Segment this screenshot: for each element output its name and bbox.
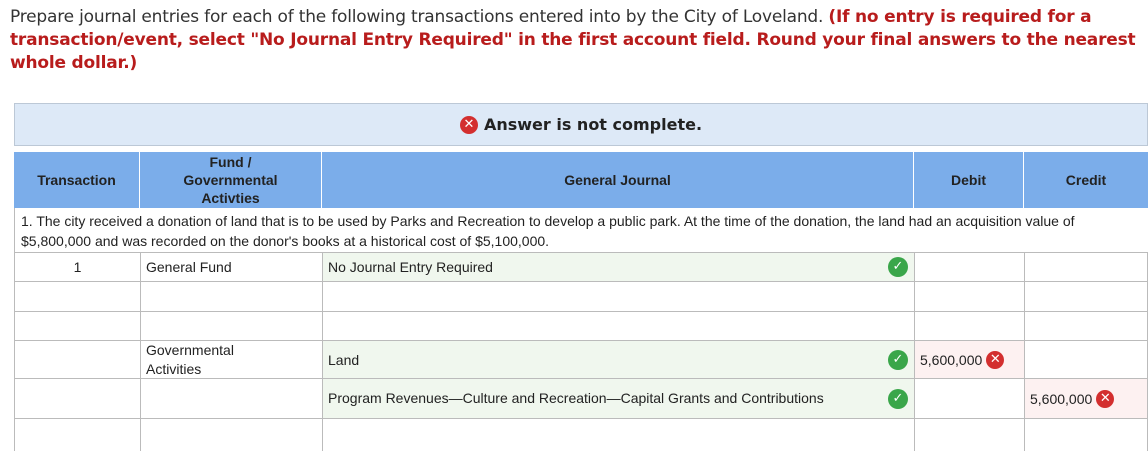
credit-input[interactable] — [1024, 418, 1148, 451]
fund-select[interactable] — [140, 378, 322, 418]
table-row — [14, 281, 1148, 311]
account-label: Land — [328, 351, 360, 368]
fund-select[interactable]: General Fund — [140, 252, 322, 281]
transaction-number: 1 — [14, 252, 140, 281]
journal-table: Transaction Fund / Governmental Activtie… — [14, 152, 1148, 451]
account-select[interactable]: Program Revenues—Culture and Recreation—… — [322, 378, 914, 418]
credit-input[interactable] — [1024, 311, 1148, 340]
instructions-text: Prepare journal entries for each of the … — [10, 7, 829, 27]
debit-input[interactable] — [914, 378, 1024, 418]
account-select[interactable]: Land ✓ — [322, 340, 914, 378]
transaction-number — [14, 311, 140, 340]
credit-input[interactable] — [1024, 340, 1148, 378]
transaction-description: 1. The city received a donation of land … — [14, 208, 1148, 252]
table-row: 1 General Fund No Journal Entry Required… — [14, 252, 1148, 281]
debit-input[interactable]: 5,600,000 ✕ — [914, 340, 1024, 378]
transaction-number — [14, 340, 140, 378]
credit-input[interactable]: 5,600,000 ✕ — [1024, 378, 1148, 418]
fund-select[interactable]: Governmental Activities — [140, 340, 322, 378]
fund-select[interactable] — [140, 281, 322, 311]
account-label: Program Revenues—Culture and Recreation—… — [328, 390, 824, 406]
fund-select[interactable] — [140, 418, 322, 451]
x-icon: ✕ — [1096, 389, 1115, 408]
instructions: Prepare journal entries for each of the … — [10, 6, 1144, 75]
debit-input[interactable] — [914, 281, 1024, 311]
account-select[interactable] — [322, 311, 914, 340]
answer-status-text: Answer is not complete. — [483, 115, 703, 134]
header-credit: Credit — [1024, 152, 1148, 208]
transaction-number — [14, 378, 140, 418]
account-select[interactable] — [322, 418, 914, 451]
check-icon: ✓ — [888, 388, 908, 409]
x-icon: ✕ — [986, 350, 1005, 369]
account-select[interactable] — [322, 281, 914, 311]
account-select[interactable]: No Journal Entry Required ✓ — [322, 252, 914, 281]
credit-input[interactable] — [1024, 252, 1148, 281]
check-icon: ✓ — [888, 349, 908, 370]
check-icon: ✓ — [888, 257, 908, 277]
debit-input[interactable] — [914, 252, 1024, 281]
account-label: No Journal Entry Required — [328, 259, 493, 275]
debit-input[interactable] — [914, 311, 1024, 340]
credit-value: 5,600,000 — [1030, 390, 1093, 407]
debit-value: 5,600,000 — [920, 351, 983, 368]
table-row: Program Revenues—Culture and Recreation—… — [14, 378, 1148, 418]
table-row — [14, 418, 1148, 451]
table-row — [14, 311, 1148, 340]
transaction-number — [14, 418, 140, 451]
x-icon: ✕ — [459, 115, 478, 134]
header-general-journal: General Journal — [322, 152, 914, 208]
credit-input[interactable] — [1024, 281, 1148, 311]
header-fund: Fund / Governmental Activties — [140, 152, 322, 208]
header-debit: Debit — [914, 152, 1024, 208]
table-row: Governmental Activities Land ✓ 5,600,000… — [14, 340, 1148, 378]
transaction-number — [14, 281, 140, 311]
header-transaction: Transaction — [14, 152, 140, 208]
fund-select[interactable] — [140, 311, 322, 340]
debit-input[interactable] — [914, 418, 1024, 451]
answer-status-banner: ✕ Answer is not complete. — [14, 103, 1148, 146]
